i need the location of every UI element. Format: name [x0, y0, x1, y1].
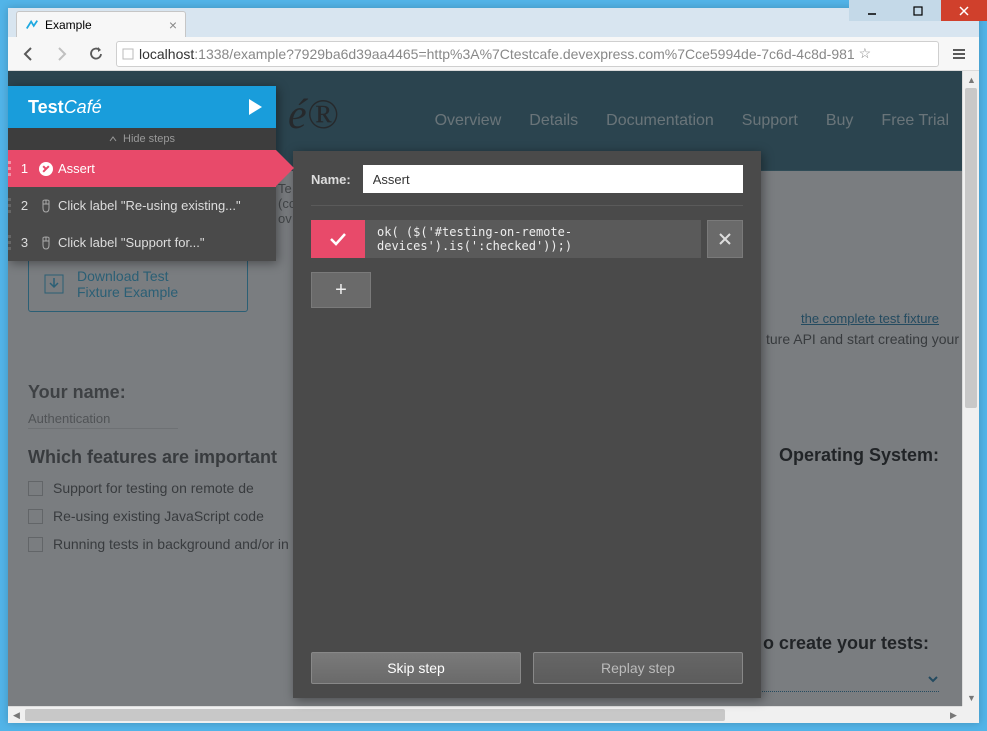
step-label: Click label "Re-using existing..."	[58, 198, 276, 213]
horizontal-scroll-thumb[interactable]	[25, 709, 725, 721]
scrollbar-corner	[962, 706, 979, 723]
testcafe-header: TestCafé	[8, 86, 276, 128]
forward-button[interactable]	[48, 40, 76, 68]
bookmark-star-icon[interactable]: ☆	[859, 45, 872, 62]
panel-footer: Skip step Replay step	[311, 642, 743, 684]
chevron-up-icon	[109, 136, 117, 142]
name-row: Name:	[311, 165, 743, 193]
hide-steps-toggle[interactable]: Hide steps	[8, 128, 276, 150]
browser-window: Example × localhost:1338/example?7929ba6…	[8, 8, 979, 723]
scroll-up-icon[interactable]: ▲	[963, 71, 979, 88]
url-path: :1338/example?7929ba6d39aa4465=http%3A%7…	[194, 46, 854, 62]
reload-button[interactable]	[82, 40, 110, 68]
assert-icon	[34, 161, 58, 177]
divider	[311, 205, 743, 206]
step-number: 3	[8, 235, 34, 250]
scroll-right-icon[interactable]: ▶	[945, 707, 962, 723]
viewport: Overview Details Documentation Support B…	[8, 71, 979, 723]
assertion-code[interactable]: ok( ($('#testing-on-remote-devices').is(…	[365, 220, 701, 258]
assertion-row: ok( ($('#testing-on-remote-devices').is(…	[311, 220, 743, 258]
mouse-icon	[34, 199, 58, 213]
url-host: localhost	[139, 46, 194, 62]
testcafe-logo: TestCafé	[28, 97, 102, 118]
page-icon	[121, 47, 135, 61]
step-label: Assert	[58, 161, 276, 176]
testcafe-sidebar: TestCafé Hide steps 1 Assert 2 Click lab…	[8, 86, 276, 261]
browser-toolbar: localhost:1338/example?7929ba6d39aa4465=…	[8, 37, 979, 71]
back-button[interactable]	[14, 40, 42, 68]
step-name-input[interactable]	[363, 165, 743, 193]
tab-strip: Example ×	[8, 8, 979, 37]
window-controls	[849, 0, 987, 21]
favicon-icon	[25, 18, 39, 32]
mouse-icon	[34, 236, 58, 250]
maximize-button[interactable]	[895, 0, 941, 21]
step-row-2[interactable]: 2 Click label "Re-using existing..."	[8, 187, 276, 224]
name-label: Name:	[311, 172, 351, 187]
step-label: Click label "Support for..."	[58, 235, 276, 250]
step-row-3[interactable]: 3 Click label "Support for..."	[8, 224, 276, 261]
close-button[interactable]	[941, 0, 987, 21]
scroll-down-icon[interactable]: ▼	[963, 689, 979, 706]
chrome-menu-button[interactable]	[945, 40, 973, 68]
scroll-left-icon[interactable]: ◀	[8, 707, 25, 723]
play-icon[interactable]	[249, 99, 262, 115]
add-assertion-button[interactable]: +	[311, 272, 371, 308]
horizontal-scrollbar[interactable]: ◀ ▶	[8, 706, 962, 723]
tab-close-icon[interactable]: ×	[169, 17, 177, 33]
browser-tab[interactable]: Example ×	[16, 11, 186, 37]
step-row-1[interactable]: 1 Assert	[8, 150, 276, 187]
tab-title: Example	[45, 18, 92, 32]
step-number: 1	[8, 161, 34, 176]
replay-step-button[interactable]: Replay step	[533, 652, 743, 684]
minimize-button[interactable]	[849, 0, 895, 21]
skip-step-button[interactable]: Skip step	[311, 652, 521, 684]
vertical-scrollbar[interactable]: ▲ ▼	[962, 71, 979, 706]
assertion-pass-icon[interactable]	[311, 220, 365, 258]
vertical-scroll-thumb[interactable]	[965, 88, 977, 408]
address-bar[interactable]: localhost:1338/example?7929ba6d39aa4465=…	[116, 41, 939, 67]
step-number: 2	[8, 198, 34, 213]
delete-assertion-button[interactable]	[707, 220, 743, 258]
testcafe-step-panel: Name: ok( ($('#testing-on-remote-devices…	[293, 151, 761, 698]
